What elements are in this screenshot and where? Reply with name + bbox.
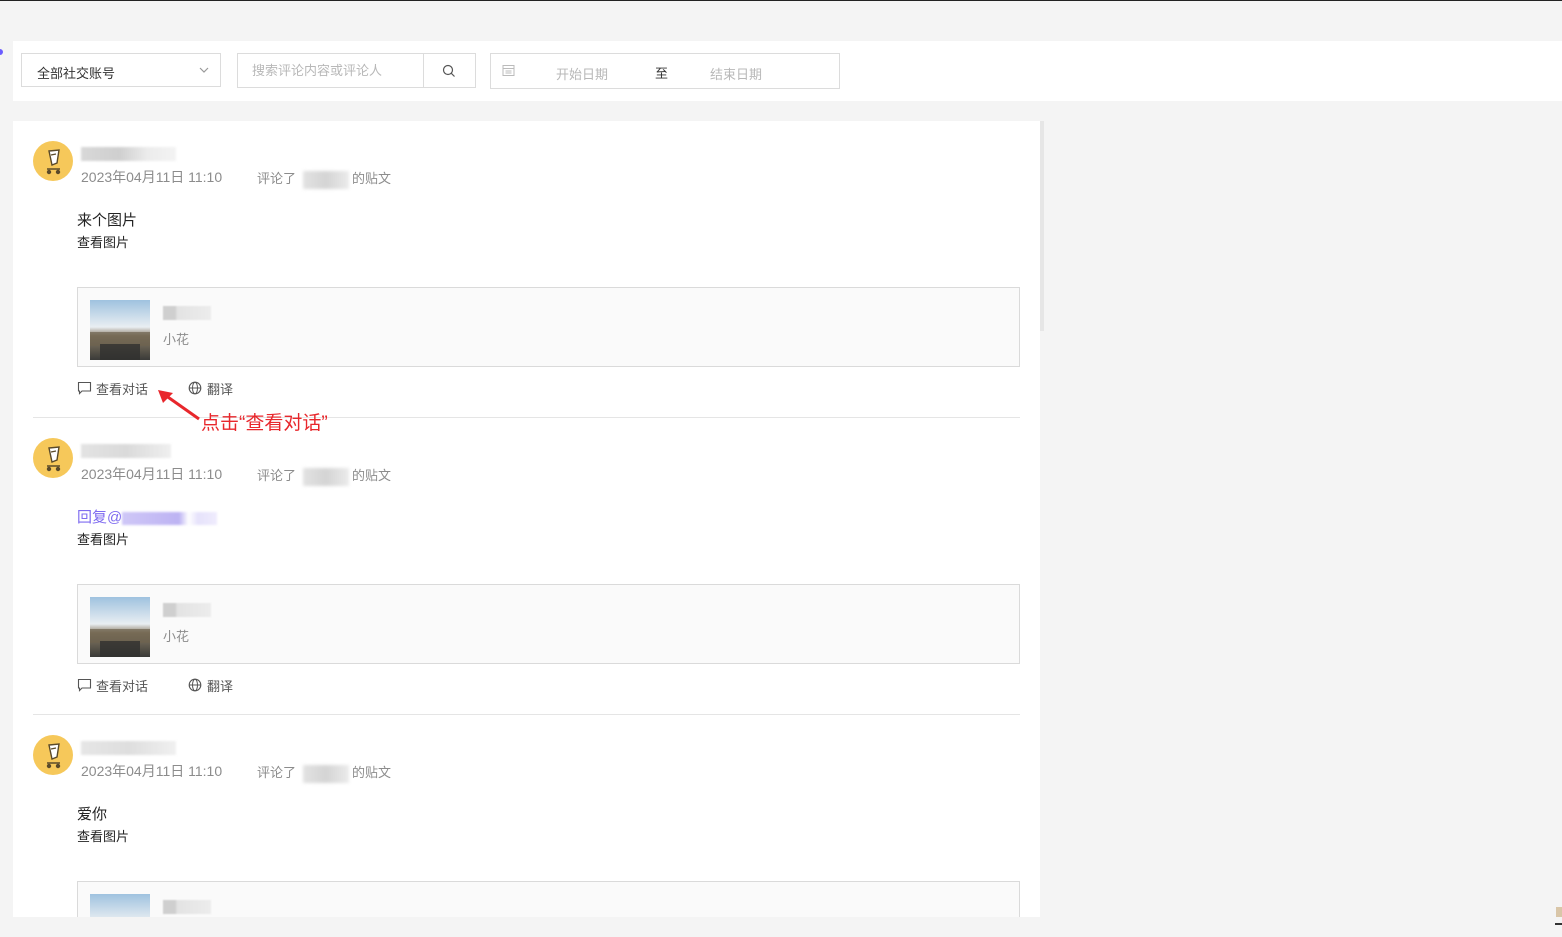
annotation-arrow-icon (158, 390, 200, 421)
comment-target: 评论了 的贴文 (257, 762, 391, 783)
comment-target: 评论了 的贴文 (257, 168, 391, 189)
chat-bubble-icon (77, 381, 92, 395)
bottom-strip (0, 917, 1562, 937)
post-card[interactable]: 小花 (77, 584, 1020, 664)
search-button[interactable] (423, 54, 475, 87)
mentioned-user-blurred (122, 511, 218, 525)
globe-icon (188, 678, 202, 692)
avatar (33, 141, 73, 181)
comment-divider (33, 714, 1020, 715)
search-input[interactable] (238, 54, 423, 87)
edge-decoration (1555, 907, 1562, 925)
comment-content: 爱你 (77, 806, 108, 823)
date-end-input[interactable]: 结束日期 (710, 64, 762, 83)
post-suffix: 的贴文 (352, 171, 392, 186)
view-dialog-label: 查看对话 (96, 679, 149, 694)
post-thumbnail (90, 894, 150, 917)
commenter-name-blurred (81, 147, 176, 161)
window-top-border (0, 0, 1562, 1)
translate-label: 翻译 (207, 382, 234, 397)
commenter-name-blurred (81, 741, 176, 755)
post-owner-blurred (303, 764, 350, 783)
commented-label: 评论了 (257, 765, 297, 780)
post-thumbnail (90, 300, 150, 360)
filter-bar: 全部社交账号 开始日期 至 结束日期 (13, 41, 1562, 101)
commented-label: 评论了 (257, 468, 297, 483)
date-range-separator: 至 (655, 66, 669, 81)
commented-label: 评论了 (257, 171, 297, 186)
translate-label: 翻译 (207, 679, 234, 694)
view-image-link[interactable]: 查看图片 (77, 826, 129, 845)
chat-bubble-icon (77, 678, 92, 692)
comment-time: 2023年04月11日 11:10 (81, 466, 223, 482)
account-select-value: 全部社交账号 (37, 66, 116, 81)
date-start-input[interactable]: 开始日期 (556, 64, 608, 83)
account-select[interactable]: 全部社交账号 (21, 53, 221, 87)
comment-search (237, 53, 476, 88)
comment-list: 2023年04月11日 11:10 评论了 的贴文 来个图片 查看图片 小花 查看… (13, 121, 1040, 917)
avatar (33, 735, 73, 775)
comment-time: 2023年04月11日 11:10 (81, 169, 223, 185)
post-owner-blurred (303, 467, 350, 486)
post-title-blurred (163, 306, 211, 320)
comment-content: 来个图片 (77, 212, 138, 229)
calendar-icon (502, 65, 515, 76)
comment-time: 2023年04月11日 11:10 (81, 763, 223, 779)
chevron-down-icon (199, 67, 209, 73)
view-image-link[interactable]: 查看图片 (77, 232, 129, 251)
view-image-link[interactable]: 查看图片 (77, 529, 129, 548)
date-range-picker[interactable]: 开始日期 至 结束日期 (490, 53, 840, 89)
post-author: 小花 (163, 332, 190, 347)
post-author: 小花 (163, 629, 190, 644)
post-suffix: 的贴文 (352, 765, 392, 780)
post-card[interactable]: 小花 (77, 287, 1020, 367)
reply-prefix: 回复@ (77, 509, 123, 526)
comment-target: 评论了 的贴文 (257, 465, 391, 486)
commenter-name-blurred (81, 444, 171, 458)
post-suffix: 的贴文 (352, 468, 392, 483)
post-thumbnail (90, 597, 150, 657)
search-icon (442, 64, 455, 77)
post-owner-blurred (303, 170, 350, 189)
post-card[interactable] (77, 881, 1020, 917)
list-scrollbar[interactable] (1040, 121, 1044, 331)
avatar (33, 438, 73, 478)
post-title-blurred (163, 603, 211, 617)
reply-mention-link[interactable]: 回复@ (77, 506, 218, 527)
view-dialog-label: 查看对话 (96, 382, 149, 397)
annotation-text: 点击“查看对话” (201, 413, 328, 434)
sidebar-edge-indicator (0, 49, 3, 55)
post-title-blurred (163, 900, 211, 914)
